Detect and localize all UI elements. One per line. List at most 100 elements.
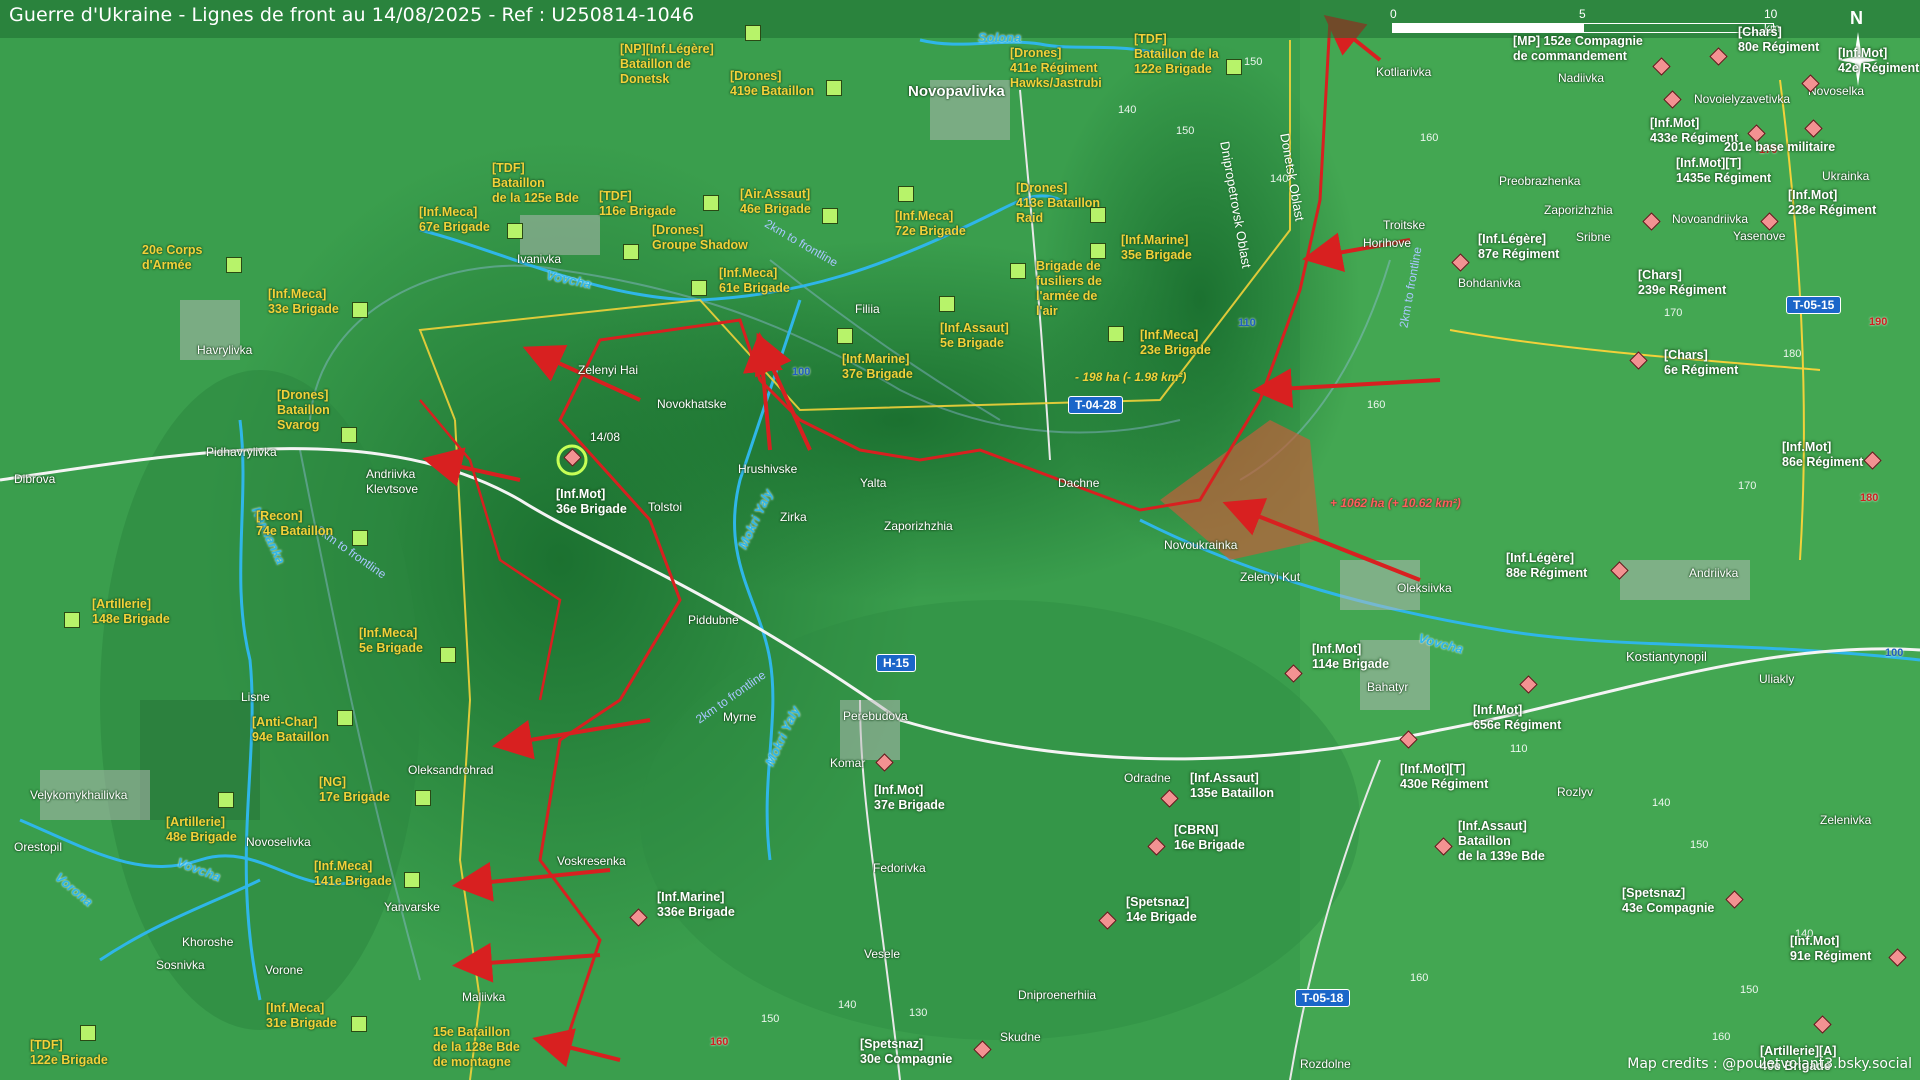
ua-unit-symbol[interactable] bbox=[404, 872, 420, 888]
ua-unit-symbol[interactable] bbox=[826, 80, 842, 96]
ru-unit-label: [CBRN] 16e Brigade bbox=[1174, 823, 1245, 852]
ru-unit-label: [Spetsnaz] 14e Brigade bbox=[1126, 895, 1197, 924]
town-label: Novokhatske bbox=[657, 397, 727, 411]
town-label: Zelenyi Hai bbox=[578, 363, 639, 377]
river-label: Solona bbox=[978, 30, 1022, 45]
town-label: Komar bbox=[830, 756, 866, 770]
ru-unit-label: [Chars] 6e Régiment bbox=[1664, 348, 1739, 377]
ru-unit-label: [Inf.Mot] 228e Régiment bbox=[1788, 188, 1877, 217]
elevation-label: 160 bbox=[1367, 399, 1386, 411]
ua-unit-label: 15e Bataillon de la 128e Bde de montagne bbox=[433, 1025, 520, 1069]
ua-unit-label: [TDF] 116e Brigade bbox=[599, 189, 677, 218]
ua-unit-symbol[interactable] bbox=[898, 186, 914, 202]
ua-unit-symbol[interactable] bbox=[507, 223, 523, 239]
ua-unit-label: [Artillerie] 148e Brigade bbox=[92, 597, 170, 626]
town-label: Oleksiivka bbox=[1397, 581, 1452, 595]
ua-unit-symbol[interactable] bbox=[415, 790, 431, 806]
ua-unit-symbol[interactable] bbox=[1010, 263, 1026, 279]
elevation-label: 170 bbox=[1664, 307, 1683, 319]
elevation-label: 150 bbox=[1740, 984, 1759, 996]
town-label: Voskresenka bbox=[557, 854, 626, 868]
road-number: 160 bbox=[710, 1036, 729, 1048]
town-label: Pidhavrylivka bbox=[206, 445, 277, 459]
elevation-label: 110 bbox=[1510, 743, 1528, 755]
ru-unit-label: [Inf.Assaut] 135e Bataillon bbox=[1190, 771, 1275, 800]
ua-unit-label: [Recon] 74e Bataillon bbox=[256, 509, 334, 538]
ua-unit-label: Brigade de fusiliers de l'armée de l'air bbox=[1036, 259, 1102, 318]
ru-unit-label: [Inf.Légère] 88e Régiment bbox=[1506, 551, 1588, 580]
ua-unit-label: [Drones] 419e Bataillon bbox=[730, 69, 815, 98]
road-shield: T-05-18 bbox=[1295, 989, 1351, 1007]
town-label: Dniproenerhiia bbox=[1018, 988, 1097, 1002]
town-label: Filiia bbox=[855, 302, 880, 316]
ua-unit-symbol[interactable] bbox=[226, 257, 242, 273]
scale-bar: 0 5 10 km bbox=[1390, 7, 1792, 35]
town-label: Dachne bbox=[1058, 476, 1100, 490]
ua-unit-symbol[interactable] bbox=[440, 647, 456, 663]
ua-unit-label: [Drones] Groupe Shadow bbox=[652, 223, 748, 252]
ua-unit-label: [Inf.Meca] 61e Brigade bbox=[719, 266, 790, 295]
town-label: Preobrazhenka bbox=[1499, 174, 1581, 188]
ru-unit-label: 201e base militaire bbox=[1724, 140, 1836, 154]
town-label: Novopavlivka bbox=[908, 83, 1005, 100]
town-label: Rozdolne bbox=[1300, 1057, 1351, 1071]
road-number: 100 bbox=[1885, 647, 1904, 659]
ru-unit-label: [Inf.Mot] 37e Brigade bbox=[874, 783, 945, 812]
town-label: Piddubne bbox=[688, 613, 739, 627]
ua-unit-label: [Inf.Assaut] 5e Brigade bbox=[940, 321, 1009, 350]
ru-unit-label: [Inf.Mot] 656e Régiment bbox=[1473, 703, 1562, 732]
elevation-label: 140 bbox=[1118, 104, 1137, 116]
ua-unit-symbol[interactable] bbox=[837, 328, 853, 344]
town-label: Yasenove bbox=[1733, 229, 1786, 243]
town-label: Zaporizhzhia bbox=[884, 519, 953, 533]
ua-unit-symbol[interactable] bbox=[352, 302, 368, 318]
town-label: Yanvarske bbox=[384, 900, 440, 914]
ua-unit-symbol[interactable] bbox=[1108, 326, 1124, 342]
town-label: Vorone bbox=[265, 963, 304, 977]
ua-unit-symbol[interactable] bbox=[745, 25, 761, 41]
ua-unit-symbol[interactable] bbox=[337, 710, 353, 726]
ua-unit-symbol[interactable] bbox=[939, 296, 955, 312]
ua-unit-label: [TDF] Bataillon de la 125e Bde bbox=[492, 161, 579, 205]
ua-unit-label: [Inf.Meca] 67e Brigade bbox=[419, 205, 490, 234]
town-label: Novoandriivka bbox=[1672, 212, 1749, 226]
ua-unit-symbol[interactable] bbox=[352, 530, 368, 546]
town-label: Odradne bbox=[1124, 771, 1171, 785]
ua-unit-symbol[interactable] bbox=[703, 195, 719, 211]
ua-unit-label: [Inf.Meca] 5e Brigade bbox=[359, 626, 423, 655]
ua-unit-symbol[interactable] bbox=[623, 244, 639, 260]
ru-unit-label: [Chars] 80e Régiment bbox=[1738, 25, 1820, 54]
ua-unit-symbol[interactable] bbox=[341, 427, 357, 443]
ru-unit-label: [Inf.Marine] 336e Brigade bbox=[657, 890, 735, 919]
map-view[interactable]: Guerre d'Ukraine - Lignes de front au 14… bbox=[0, 0, 1920, 1080]
ua-unit-label: [Drones] Bataillon Svarog bbox=[277, 388, 330, 432]
town-label: Havrylivka bbox=[197, 343, 253, 357]
ua-unit-label: [Drones] 411e Régiment Hawks/Jastrubi bbox=[1010, 46, 1102, 90]
ru-unit-label: [Inf.Légère] 87e Régiment bbox=[1478, 232, 1560, 261]
elevation-label: 160 bbox=[1712, 1031, 1731, 1043]
town-label: Ukrainka bbox=[1822, 169, 1870, 183]
town-label: Lisne bbox=[241, 690, 270, 704]
town-label: Novoielyzavetivka bbox=[1694, 92, 1791, 106]
ru-unit-label: [Inf.Mot] 36e Brigade bbox=[556, 487, 627, 516]
ua-unit-label: 20e Corps d'Armée bbox=[142, 243, 203, 272]
ru-unit-label: [Inf.Mot][T] 1435e Régiment bbox=[1676, 156, 1772, 185]
ua-unit-label: [Drones] 413e Bataillon Raid bbox=[1016, 181, 1101, 225]
ua-unit-label: [Anti-Char] 94e Bataillon bbox=[252, 715, 330, 744]
ua-unit-symbol[interactable] bbox=[1090, 243, 1106, 259]
town-label: Zaporizhzhia bbox=[1544, 203, 1613, 217]
ua-unit-symbol[interactable] bbox=[1226, 59, 1242, 75]
road-shield: T-04-28 bbox=[1068, 396, 1124, 414]
road-shield: T-05-15 bbox=[1786, 296, 1842, 314]
town-label: Maliivka bbox=[462, 990, 506, 1004]
ua-unit-symbol[interactable] bbox=[691, 280, 707, 296]
ua-unit-symbol[interactable] bbox=[64, 612, 80, 628]
ua-unit-label: [Air.Assaut] 46e Brigade bbox=[740, 187, 811, 216]
town-label: Zelenivka bbox=[1820, 813, 1872, 827]
town-label: Perebudova bbox=[843, 709, 908, 723]
town-label: Sosnivka bbox=[156, 958, 205, 972]
town-label: Dibrova bbox=[14, 472, 56, 486]
ua-unit-symbol[interactable] bbox=[351, 1016, 367, 1032]
ua-unit-symbol[interactable] bbox=[822, 208, 838, 224]
ua-unit-symbol[interactable] bbox=[218, 792, 234, 808]
